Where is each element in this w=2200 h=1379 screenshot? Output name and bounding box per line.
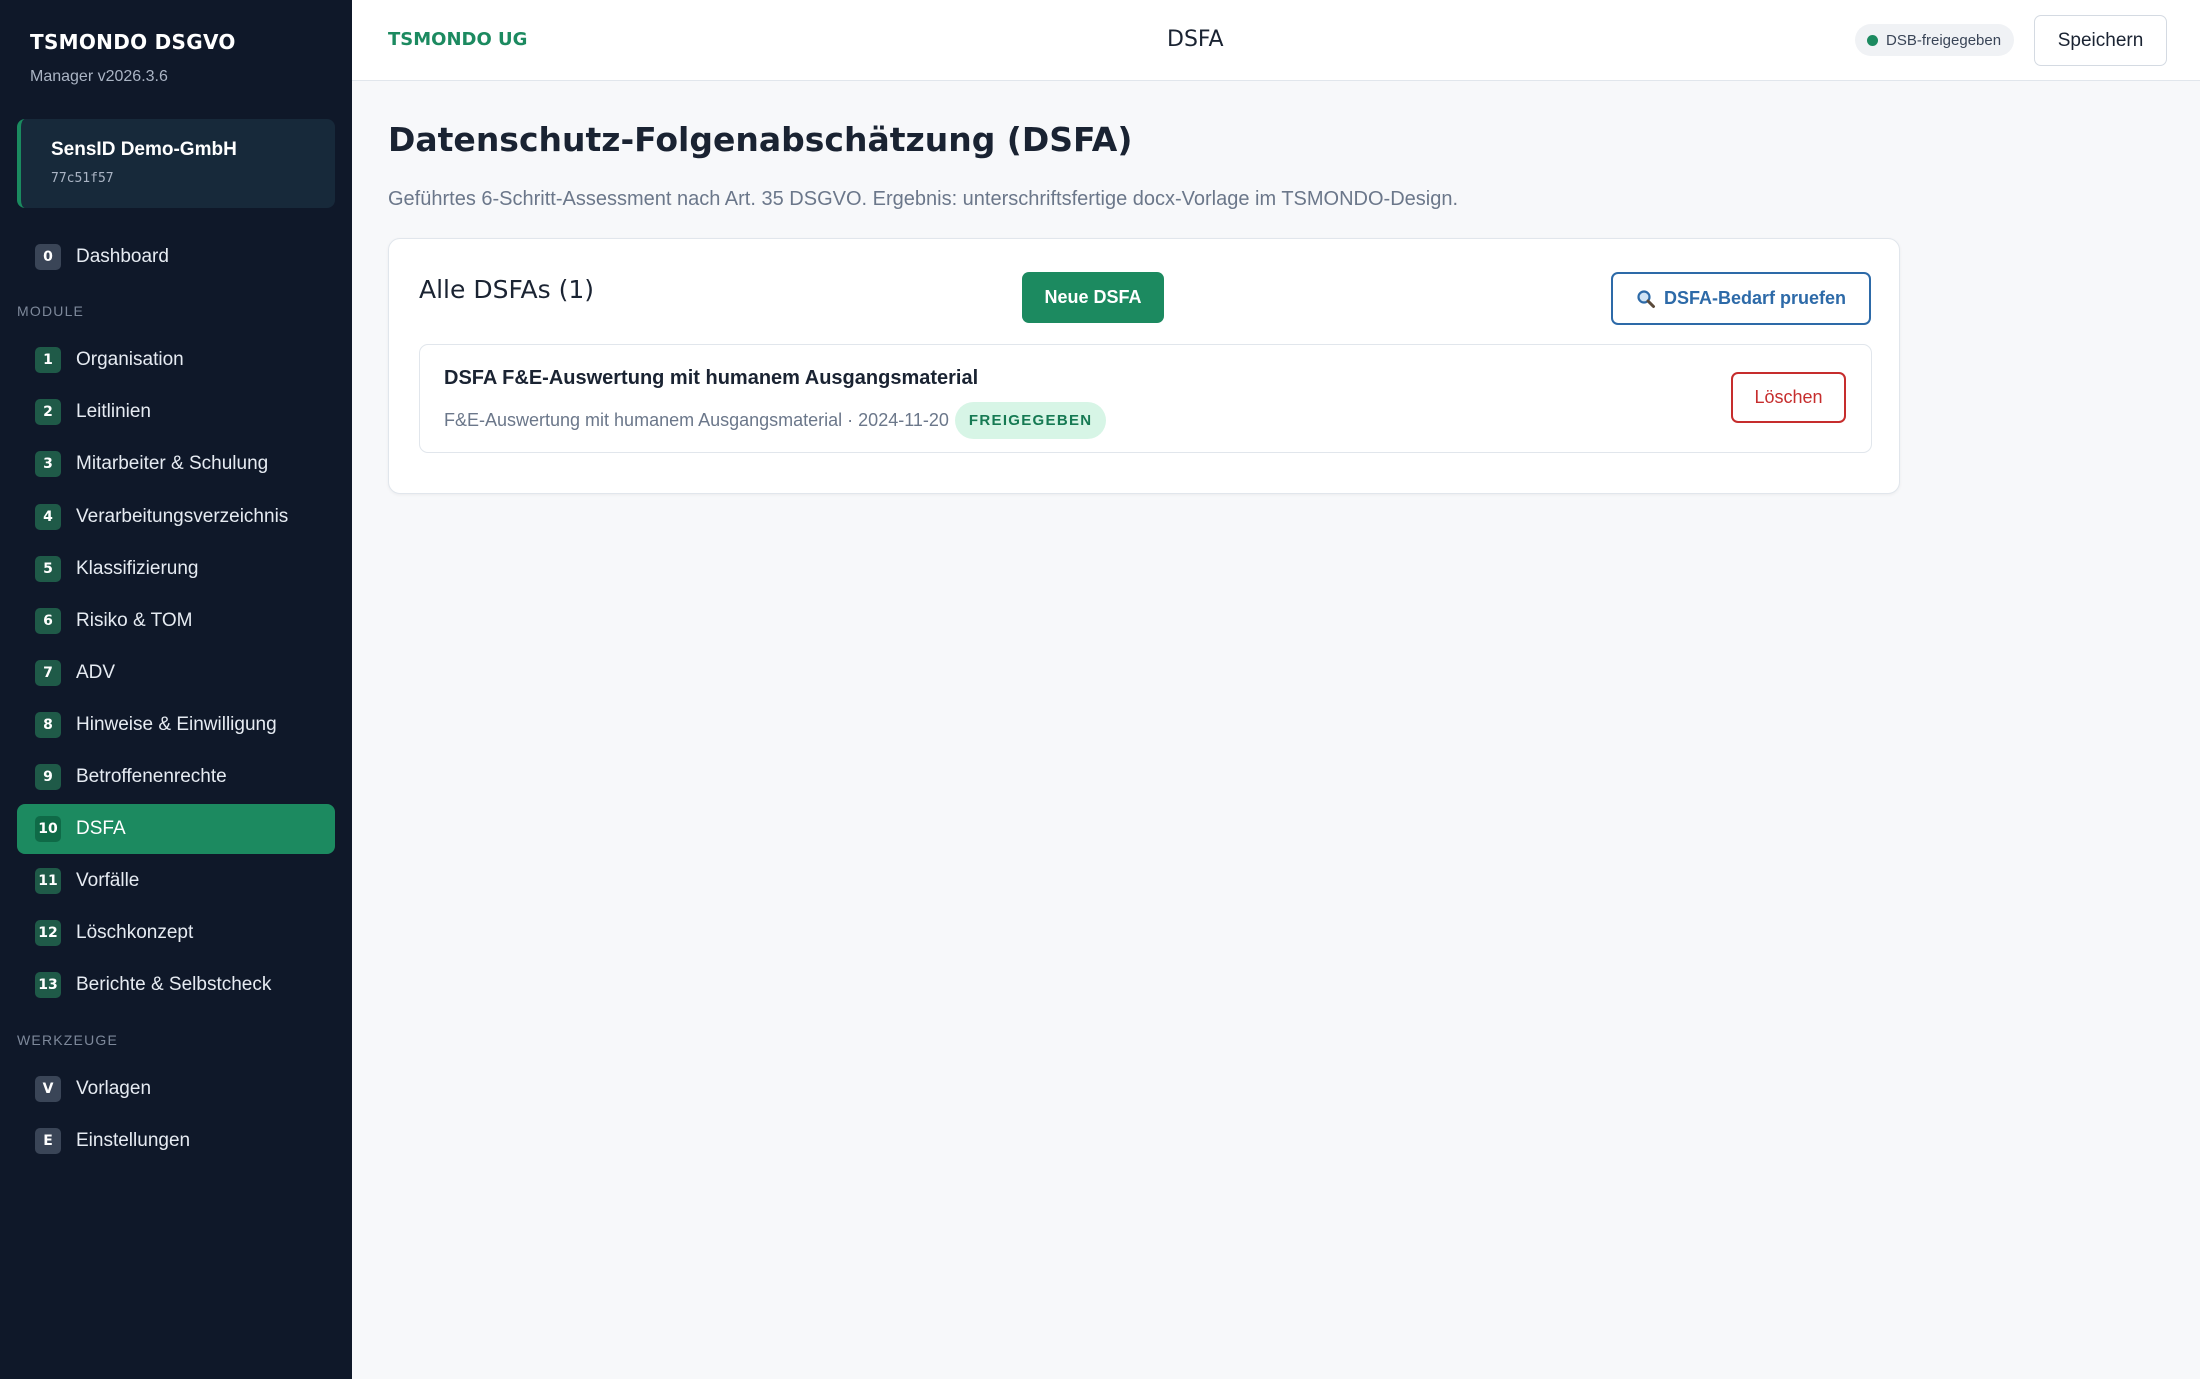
sidebar-item-einstellungen[interactable]: E Einstellungen (17, 1116, 335, 1166)
section-label-werkzeuge: WERKZEUGE (17, 1032, 119, 1048)
sidebar-item-vorlagen[interactable]: V Vorlagen (17, 1064, 335, 1114)
dsfa-need-check-label: DSFA-Bedarf pruefen (1663, 288, 1847, 308)
sidebar-item-adv[interactable]: 7 ADV (17, 648, 335, 698)
company-name: TSMONDO UG (388, 29, 528, 50)
delete-button[interactable]: Löschen (1731, 372, 1846, 423)
sidebar-item-label: Verarbeitungsverzeichnis (76, 506, 289, 527)
nav-number-badge: 6 (35, 608, 61, 634)
dsfa-item-title: DSFA F&E-Auswertung mit humanem Ausgangs… (444, 367, 979, 389)
page-title: Datenschutz-Folgenabschätzung (DSFA) (388, 120, 1133, 159)
organization-name: SensID Demo-GmbH (51, 139, 237, 160)
nav-number-badge: 5 (35, 556, 61, 582)
app-version: Manager v2026.3.6 (30, 68, 168, 85)
search-icon (1636, 289, 1656, 309)
topbar: TSMONDO UG DSFA DSB-freigegeben Speicher… (352, 0, 2200, 81)
nav-number-badge: 7 (35, 660, 61, 686)
status-badge: FREIGEGEBEN (954, 402, 1107, 439)
dsfa-list-card: Alle DSFAs (1) Neue DSFA DSFA-Bedarf pru… (388, 238, 1900, 494)
nav-number-badge: 12 (35, 920, 61, 946)
sidebar-item-organisation[interactable]: 1 Organisation (17, 335, 335, 385)
list-item[interactable]: DSFA F&E-Auswertung mit humanem Ausgangs… (419, 344, 1872, 453)
page-description: Geführtes 6-Schritt-Assessment nach Art.… (388, 188, 1459, 210)
sidebar-item-label: Dashboard (76, 246, 169, 267)
sidebar-item-betroffenenrechte[interactable]: 9 Betroffenenrechte (17, 752, 335, 802)
sidebar-item-label: Risiko & TOM (76, 610, 193, 631)
sidebar-item-label: Löschkonzept (76, 922, 194, 943)
sidebar-item-mitarbeiter-schulung[interactable]: 3 Mitarbeiter & Schulung (17, 439, 335, 489)
sidebar-item-label: Hinweise & Einwilligung (76, 714, 277, 735)
sidebar-item-loeschkonzept[interactable]: 12 Löschkonzept (17, 908, 335, 958)
nav-number-badge: 13 (35, 972, 61, 998)
nav-number-badge: 4 (35, 504, 61, 530)
sidebar-item-label: Mitarbeiter & Schulung (76, 453, 269, 474)
sidebar-item-label: Betroffenenrechte (76, 766, 227, 787)
sidebar-item-vorfaelle[interactable]: 11 Vorfälle (17, 856, 335, 906)
section-label-module: MODULE (17, 303, 85, 319)
dsfa-item-subtitle: F&E-Auswertung mit humanem Ausgangsmater… (444, 410, 949, 430)
nav-number-badge: 8 (35, 712, 61, 738)
nav-number-badge: 10 (35, 816, 61, 842)
sidebar-item-label: Leitlinien (76, 401, 151, 422)
new-dsfa-button[interactable]: Neue DSFA (1022, 272, 1164, 323)
sidebar-item-risiko-tom[interactable]: 6 Risiko & TOM (17, 596, 335, 646)
sidebar-item-leitlinien[interactable]: 2 Leitlinien (17, 387, 335, 437)
sidebar-item-verarbeitungsverzeichnis[interactable]: 4 Verarbeitungsverzeichnis (17, 492, 335, 542)
sidebar-item-label: Vorfälle (76, 870, 140, 891)
nav-number-badge: 0 (35, 244, 61, 270)
sidebar-item-dashboard[interactable]: 0 Dashboard (17, 232, 335, 282)
nav-number-badge: 3 (35, 451, 61, 477)
sidebar-item-label: Organisation (76, 349, 184, 370)
organization-card[interactable]: SensID Demo-GmbH 77c51f57 (17, 119, 335, 208)
sidebar-item-label: Einstellungen (76, 1130, 191, 1151)
dsfa-item-meta: F&E-Auswertung mit humanem Ausgangsmater… (444, 402, 1107, 439)
nav-number-badge: 2 (35, 399, 61, 425)
dsfa-need-check-button[interactable]: DSFA-Bedarf pruefen (1611, 272, 1871, 325)
sidebar-item-label: Vorlagen (76, 1078, 152, 1099)
sidebar-item-hinweise-einwilligung[interactable]: 8 Hinweise & Einwilligung (17, 700, 335, 750)
sidebar-item-klassifizierung[interactable]: 5 Klassifizierung (17, 544, 335, 594)
sidebar-item-label: Klassifizierung (76, 558, 199, 579)
status-badge: DSB-freigegeben (1855, 24, 2015, 56)
sidebar-item-label: ADV (76, 662, 116, 683)
sidebar-item-dsfa[interactable]: 10 DSFA (17, 804, 335, 854)
nav-number-badge: 9 (35, 764, 61, 790)
save-button[interactable]: Speichern (2034, 15, 2167, 66)
organization-id: 77c51f57 (51, 171, 114, 186)
status-label: DSB-freigegeben (1886, 31, 2002, 49)
sidebar-item-label: DSFA (76, 818, 126, 839)
page-header-title: DSFA (1167, 27, 1224, 52)
sidebar: TSMONDO DSGVO Manager v2026.3.6 SensID D… (0, 0, 352, 1379)
app-brand: TSMONDO DSGVO (30, 30, 236, 54)
sidebar-item-berichte-selbstcheck[interactable]: 13 Berichte & Selbstcheck (17, 960, 335, 1010)
status-dot-icon (1867, 34, 1878, 46)
nav-number-badge: 11 (35, 868, 61, 894)
sidebar-item-label: Berichte & Selbstcheck (76, 974, 272, 995)
nav-letter-badge: V (35, 1076, 61, 1102)
nav-number-badge: 1 (35, 347, 61, 373)
nav-letter-badge: E (35, 1128, 61, 1154)
card-title: Alle DSFAs (1) (419, 275, 595, 304)
